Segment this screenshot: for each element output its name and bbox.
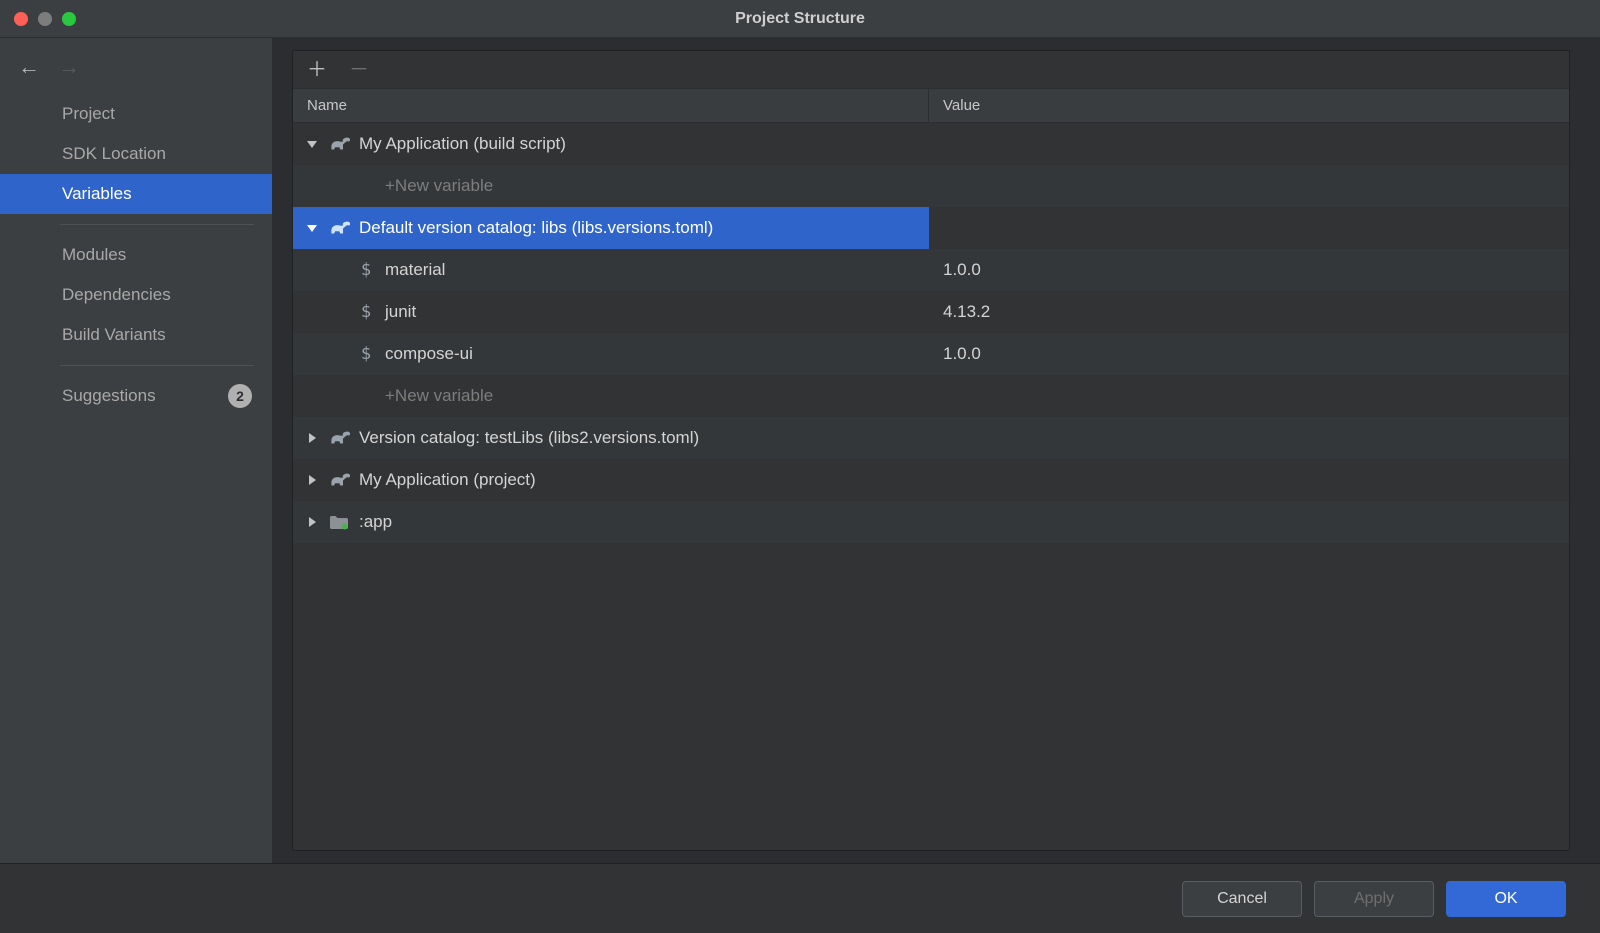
sidebar: ← → Project SDK Location Variables Modul…	[0, 38, 272, 863]
forward-arrow-icon[interactable]: →	[58, 56, 80, 78]
column-header-value[interactable]: Value	[929, 89, 1569, 122]
variables-tree-group[interactable]: My Application (project)	[293, 459, 1569, 501]
new-variable-label: +New variable	[293, 165, 929, 207]
sidebar-item-suggestions[interactable]: Suggestions 2	[0, 376, 272, 416]
sidebar-item-variables[interactable]: Variables	[0, 174, 272, 214]
column-header-name[interactable]: Name	[293, 89, 929, 122]
sidebar-item-label: Suggestions	[62, 386, 156, 406]
variable-name: junit	[385, 302, 416, 322]
variable-name: material	[385, 260, 445, 280]
variables-panel: ＋ － Name Value	[292, 50, 1570, 851]
gradle-icon	[329, 135, 351, 153]
main-area: ← → Project SDK Location Variables Modul…	[0, 38, 1600, 863]
zoom-window-button[interactable]	[62, 12, 76, 26]
sidebar-item-build-variants[interactable]: Build Variants	[0, 315, 272, 355]
tree-node-label: My Application (project)	[359, 470, 536, 490]
sidebar-list: Project SDK Location Variables Modules D…	[0, 92, 272, 863]
variables-table-header: Name Value	[293, 89, 1569, 123]
variable-value[interactable]: 4.13.2	[929, 291, 1569, 333]
titlebar: Project Structure	[0, 0, 1600, 38]
variables-tree-group[interactable]: Default version catalog: libs (libs.vers…	[293, 207, 1569, 249]
sidebar-item-dependencies[interactable]: Dependencies	[0, 275, 272, 315]
variable-row[interactable]: $ material 1.0.0	[293, 249, 1569, 291]
module-folder-icon	[329, 513, 351, 531]
variable-icon: $	[355, 260, 377, 280]
ok-button[interactable]: OK	[1446, 881, 1566, 917]
sidebar-item-label: Modules	[62, 245, 126, 265]
variable-row[interactable]: $ compose-ui 1.0.0	[293, 333, 1569, 375]
variables-tree-group[interactable]: Version catalog: testLibs (libs2.version…	[293, 417, 1569, 459]
remove-variable-button[interactable]: －	[349, 60, 369, 80]
variable-row[interactable]: $ junit 4.13.2	[293, 291, 1569, 333]
variables-table-body: My Application (build script) +New varia…	[293, 123, 1569, 850]
tree-node-value	[929, 207, 1569, 249]
variables-tree-group[interactable]: :app	[293, 501, 1569, 543]
sidebar-item-label: Build Variants	[62, 325, 166, 345]
new-variable-label: +New variable	[293, 375, 929, 417]
gradle-icon	[329, 471, 351, 489]
variable-icon: $	[355, 302, 377, 322]
sidebar-item-project[interactable]: Project	[0, 94, 272, 134]
apply-button[interactable]: Apply	[1314, 881, 1434, 917]
sidebar-item-sdk-location[interactable]: SDK Location	[0, 134, 272, 174]
sidebar-item-label: Dependencies	[62, 285, 171, 305]
back-arrow-icon[interactable]: ←	[18, 56, 40, 78]
gradle-icon	[329, 219, 351, 237]
new-variable-placeholder[interactable]: +New variable	[293, 165, 1569, 207]
window-title: Project Structure	[0, 10, 1600, 28]
chevron-down-icon[interactable]	[303, 222, 321, 234]
sidebar-item-label: SDK Location	[62, 144, 166, 164]
variables-toolbar: ＋ －	[293, 51, 1569, 89]
nav-history: ← →	[0, 38, 272, 92]
tree-node-label: Version catalog: testLibs (libs2.version…	[359, 428, 699, 448]
chevron-right-icon[interactable]	[303, 474, 321, 486]
chevron-right-icon[interactable]	[303, 432, 321, 444]
minimize-window-button[interactable]	[38, 12, 52, 26]
new-variable-placeholder[interactable]: +New variable	[293, 375, 1569, 417]
variable-value[interactable]: 1.0.0	[929, 333, 1569, 375]
sidebar-item-label: Variables	[62, 184, 132, 204]
chevron-right-icon[interactable]	[303, 516, 321, 528]
window-controls	[14, 12, 76, 26]
sidebar-separator	[60, 224, 254, 225]
content-pane: ＋ － Name Value	[272, 38, 1600, 863]
tree-node-label: My Application (build script)	[359, 134, 566, 154]
variables-tree-group[interactable]: My Application (build script)	[293, 123, 1569, 165]
chevron-down-icon[interactable]	[303, 138, 321, 150]
dialog-footer: Cancel Apply OK	[0, 863, 1600, 933]
project-structure-window: Project Structure ← → Project SDK Locati…	[0, 0, 1600, 933]
sidebar-item-label: Project	[62, 104, 115, 124]
add-variable-button[interactable]: ＋	[307, 60, 327, 80]
gradle-icon	[329, 429, 351, 447]
suggestions-badge: 2	[228, 384, 252, 408]
variable-name: compose-ui	[385, 344, 473, 364]
sidebar-separator	[60, 365, 254, 366]
tree-node-label: :app	[359, 512, 392, 532]
variable-value[interactable]: 1.0.0	[929, 249, 1569, 291]
variable-icon: $	[355, 344, 377, 364]
tree-node-label: Default version catalog: libs (libs.vers…	[359, 218, 713, 238]
cancel-button[interactable]: Cancel	[1182, 881, 1302, 917]
close-window-button[interactable]	[14, 12, 28, 26]
sidebar-item-modules[interactable]: Modules	[0, 235, 272, 275]
tree-node-value	[929, 123, 1569, 165]
